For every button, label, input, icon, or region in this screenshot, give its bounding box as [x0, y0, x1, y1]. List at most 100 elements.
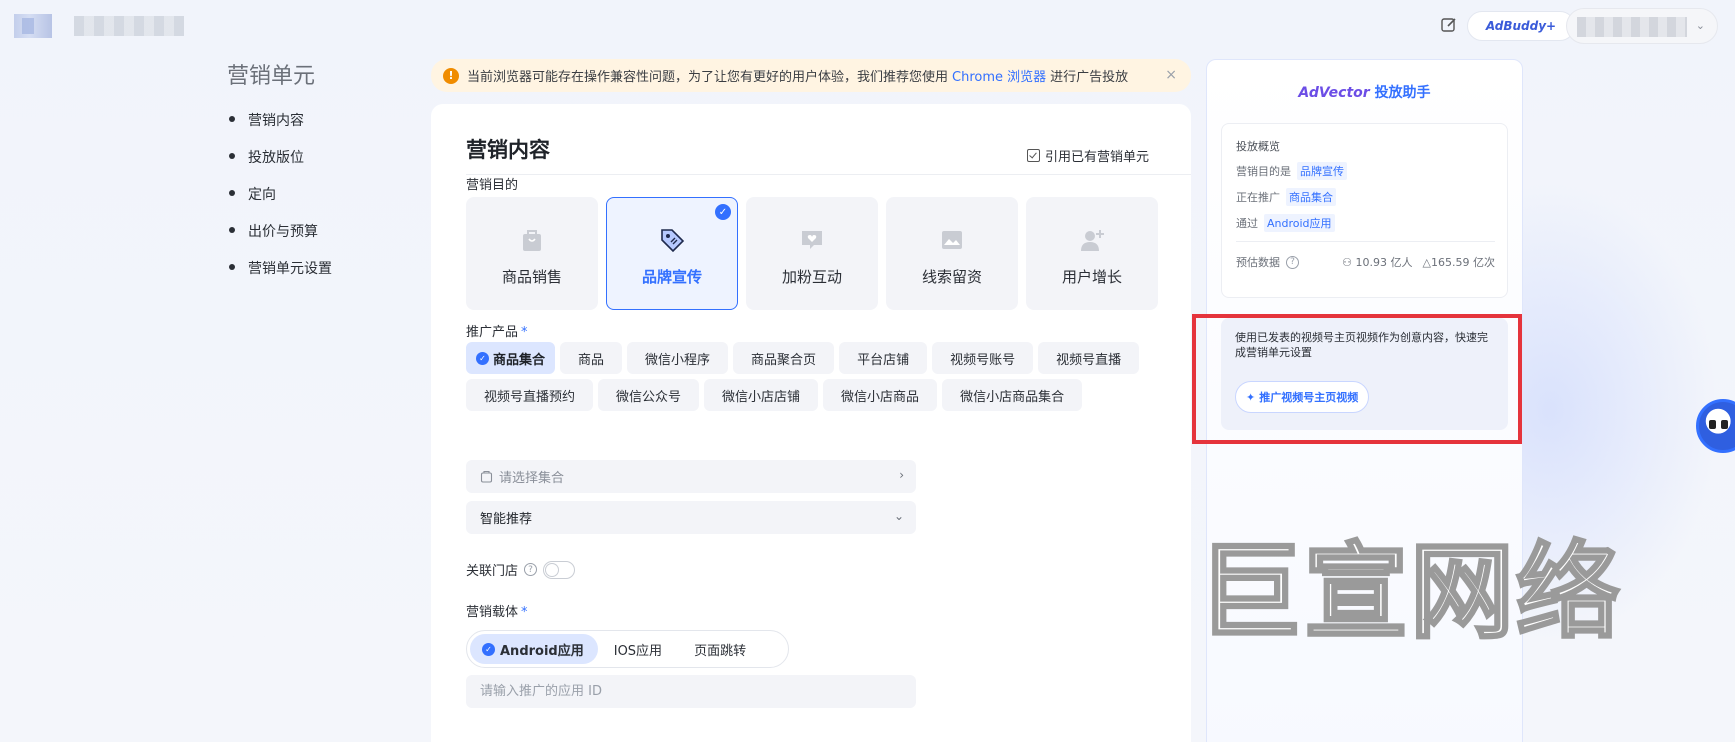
carrier-option-ios[interactable]: IOS应用	[598, 634, 678, 664]
adbuddy-button[interactable]: AdBuddy+	[1467, 11, 1575, 41]
required-mark: *	[521, 605, 528, 620]
product-options: ✓ 商品集合 商品 微信小程序 商品聚合页 平台店铺 视频号账号 视频号直播 视频…	[466, 342, 1166, 411]
check-icon: ✓	[476, 351, 489, 365]
carrier-option-page-jump[interactable]: 页面跳转	[678, 634, 762, 664]
top-bar: AdBuddy+ ⌄	[0, 0, 1735, 52]
delivery-overview: 投放概览 营销目的是 品牌宣传 正在推广 商品集合 通过 Android应用 预估数据…	[1221, 123, 1508, 298]
product-chip[interactable]: 平台店铺	[839, 342, 928, 374]
app-id-input[interactable]	[466, 675, 916, 708]
overview-row: 正在推广 商品集合	[1236, 188, 1493, 206]
carrier-option-android[interactable]: ✓ Android应用	[470, 634, 598, 664]
overview-value: 品牌宣传	[1297, 162, 1347, 180]
check-icon: ✓	[715, 204, 731, 220]
reference-existing-unit-link[interactable]: 引用已有营销单元	[1027, 146, 1149, 165]
product-chip[interactable]: 商品	[560, 342, 623, 374]
carrier-segmented-control: ✓ Android应用 IOS应用 页面跳转	[466, 630, 789, 668]
goal-label-text: 品牌宣传	[641, 268, 702, 286]
bullet-icon	[229, 153, 235, 159]
nav-item-label: 营销单元设置	[248, 261, 332, 277]
product-chip-collection[interactable]: ✓ 商品集合	[466, 342, 556, 374]
annotation-highlight-box	[1192, 314, 1522, 444]
shopping-bag-icon	[523, 230, 541, 251]
nav-item-targeting[interactable]: 定向	[229, 184, 332, 221]
required-mark: *	[521, 325, 528, 340]
goal-label: 营销目的	[466, 178, 519, 193]
nav-item-placement[interactable]: 投放版位	[229, 147, 332, 184]
divider	[1236, 241, 1495, 242]
store-toggle[interactable]	[543, 560, 576, 579]
assistant-brand: AdVector	[1298, 85, 1370, 101]
nav-item-label: 投放版位	[248, 150, 304, 166]
product-chip[interactable]: 商品聚合页	[733, 342, 835, 374]
nav-item-marketing-content[interactable]: 营销内容	[229, 110, 332, 147]
product-chip[interactable]: 微信小店商品集合	[942, 379, 1083, 411]
collection-select[interactable]: 请选择集合 ›	[466, 460, 916, 493]
estimate-users: ⚇ 10.93 亿人	[1342, 254, 1412, 270]
flame-icon: △	[1422, 256, 1431, 269]
collection-placeholder: 请选择集合	[499, 471, 565, 486]
estimate-times-value: 165.59 亿次	[1431, 256, 1495, 269]
nav-item-label: 定向	[248, 187, 276, 203]
product-chip[interactable]: 视频号直播	[1038, 342, 1140, 374]
product-chip[interactable]: 微信小店商品	[823, 379, 938, 411]
bullet-icon	[229, 264, 235, 270]
select-value: 智能推荐	[480, 512, 533, 527]
estimate-label: 预估数据	[1236, 256, 1280, 269]
chrome-link[interactable]: Chrome 浏览器	[952, 66, 1046, 85]
chevron-right-icon: ›	[899, 468, 904, 482]
nav-item-label: 出价与预算	[248, 224, 318, 240]
goal-option-sales[interactable]: 商品销售	[466, 197, 598, 310]
browser-warning-banner: ! 当前浏览器可能存在操作兼容性问题，为了让您有更好的用户体验，我们推荐您使用 …	[431, 59, 1191, 92]
carrier-label: 营销载体 *	[466, 601, 528, 620]
user-icon: ⚇	[1342, 256, 1353, 269]
user-menu[interactable]: ⌄	[1566, 8, 1718, 44]
overview-key: 营销目的是	[1236, 165, 1291, 178]
product-chip[interactable]: 视频号账号	[932, 342, 1034, 374]
option-label: Android应用	[500, 643, 584, 659]
nav-item-label: 营销内容	[248, 113, 304, 129]
banner-text: 当前浏览器可能存在操作兼容性问题，为了让您有更好的用户体验，我们推荐您使用	[467, 70, 949, 85]
smart-recommend-select[interactable]: 智能推荐 ⌄	[466, 501, 916, 534]
divider	[466, 174, 1191, 175]
nav-item-bid-budget[interactable]: 出价与预算	[229, 221, 332, 258]
bullet-icon	[229, 116, 235, 122]
product-label-text: 推广产品	[466, 325, 519, 340]
goal-label-text: 加粉互动	[781, 268, 842, 286]
close-icon[interactable]: ×	[1165, 67, 1177, 83]
chevron-down-icon: ⌄	[893, 509, 904, 523]
overview-title: 投放概览	[1236, 140, 1280, 153]
help-icon[interactable]: ?	[524, 563, 538, 576]
goal-label-text: 用户增长	[1061, 268, 1122, 286]
chip-label: 商品集合	[493, 352, 546, 368]
edit-icon[interactable]	[1440, 16, 1458, 34]
chevron-down-icon: ⌄	[1695, 19, 1705, 32]
heart-chat-icon	[802, 231, 822, 249]
goal-label-text: 商品销售	[501, 268, 562, 286]
app-logo[interactable]	[14, 14, 52, 38]
nav-item-unit-settings[interactable]: 营销单元设置	[229, 258, 332, 295]
reference-link-label: 引用已有营销单元	[1045, 150, 1150, 165]
bullet-icon	[229, 190, 235, 196]
help-icon[interactable]: ?	[1286, 255, 1299, 269]
goal-option-user-growth[interactable]: 用户增长	[1026, 197, 1158, 310]
estimate-values: ⚇ 10.93 亿人 △165.59 亿次	[1342, 254, 1495, 270]
assistant-title-text: 投放助手	[1374, 85, 1431, 101]
product-chip[interactable]: 微信小店店铺	[704, 379, 819, 411]
bullet-icon	[229, 227, 235, 233]
product-chip[interactable]: 微信小程序	[627, 342, 729, 374]
image-form-icon	[942, 231, 962, 249]
product-label: 推广产品 *	[466, 321, 528, 340]
estimate-users-value: 10.93 亿人	[1355, 256, 1413, 269]
product-chip[interactable]: 视频号直播预约	[466, 379, 594, 411]
checkbox-edit-icon	[1027, 149, 1040, 162]
add-user-icon	[1081, 230, 1104, 251]
goal-option-engagement[interactable]: 加粉互动	[746, 197, 878, 310]
overview-row: 营销目的是 品牌宣传	[1236, 162, 1493, 180]
bag-icon	[480, 470, 493, 483]
goal-option-leads[interactable]: 线索留资	[886, 197, 1018, 310]
estimate-row: 预估数据 ? ⚇ 10.93 亿人 △165.59 亿次	[1236, 254, 1495, 270]
product-chip[interactable]: 微信公众号	[598, 379, 700, 411]
user-name-blurred	[1577, 17, 1687, 37]
carrier-label-text: 营销载体	[466, 605, 519, 620]
goal-option-brand[interactable]: ✓ 品牌宣传	[606, 197, 738, 310]
